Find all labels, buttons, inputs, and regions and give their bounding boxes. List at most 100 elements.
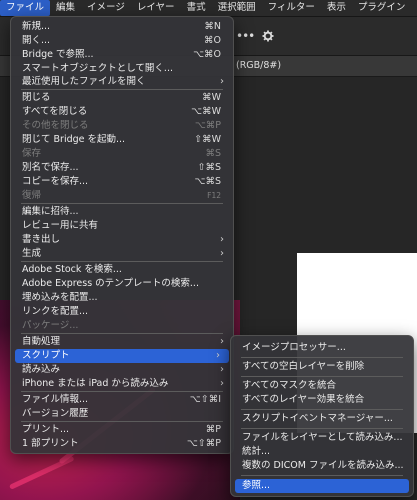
menubar-type[interactable]: 書式 <box>181 0 212 16</box>
menu-item-label: スクリプトイベントマネージャー... <box>242 413 393 424</box>
chevron-right-icon: › <box>220 378 224 389</box>
menu-item[interactable]: コピーを保存... ⌥⌘S <box>11 175 233 189</box>
script-submenu: イメージプロセッサー... すべての空白レイヤーを削除 すべてのマスクを統合すべての… <box>230 335 414 497</box>
menu-separator <box>21 89 223 90</box>
menu-item-shortcut: F12 <box>207 191 221 200</box>
menu-item[interactable]: レビュー用に共有 <box>11 219 233 233</box>
menu-item[interactable]: スクリプトイベントマネージャー... <box>231 412 413 426</box>
menu-item-label: 生成 <box>22 248 42 259</box>
menu-item[interactable]: リンクを配置... <box>11 305 233 319</box>
menu-item[interactable]: 最近使用したファイルを開く › <box>11 75 233 89</box>
menu-item[interactable]: 1 部プリント ⌥⇧⌘P <box>11 437 233 451</box>
menu-item-label: コピーを保存... <box>22 176 89 187</box>
menu-item[interactable]: イメージプロセッサー... <box>231 341 413 355</box>
menu-item-label: イメージプロセッサー... <box>242 342 346 353</box>
menu-item[interactable]: 複数の DICOM ファイルを読み込み... <box>231 459 413 473</box>
menu-item[interactable]: スクリプト › <box>15 349 229 363</box>
gear-icon[interactable] <box>262 30 274 45</box>
menu-item-shortcut: ⌥⌘S <box>194 176 221 187</box>
menu-item[interactable]: すべてのレイヤー効果を統合 <box>231 393 413 407</box>
menu-item[interactable]: すべてのマスクを統合 <box>231 379 413 393</box>
menu-item-label: スクリプト <box>22 350 70 361</box>
menu-item-label: 参照... <box>242 480 271 491</box>
menu-item[interactable]: スマートオブジェクトとして開く... <box>11 62 233 76</box>
menu-separator <box>241 475 403 476</box>
menu-item-label: 埋め込みを配置... <box>22 292 98 303</box>
menubar-view[interactable]: 表示 <box>321 0 352 16</box>
menu-item[interactable]: 閉じて Bridge を起動... ⇧⌘W <box>11 133 233 147</box>
menu-item-label: 新規... <box>22 21 51 32</box>
menu-item-shortcut: ⌥⇧⌘P <box>186 438 221 449</box>
menu-item[interactable]: Bridge で参照... ⌥⌘O <box>11 48 233 62</box>
menu-item[interactable]: すべてを閉じる ⌥⌘W <box>11 105 233 119</box>
menu-item[interactable]: 自動処理 › <box>11 335 233 349</box>
menu-item-label: すべての空白レイヤーを削除 <box>242 361 365 372</box>
menu-item[interactable]: 読み込み › <box>11 363 233 377</box>
document-tab[interactable]: (RGB/8#) <box>236 56 281 76</box>
menu-item[interactable]: 開く... ⌘O <box>11 34 233 48</box>
menu-item: 復帰 F12 <box>11 189 233 203</box>
menu-item[interactable]: 参照... <box>235 479 409 493</box>
menu-item-label: すべてのマスクを統合 <box>242 380 336 391</box>
menu-item-shortcut: ⌥⌘P <box>194 120 221 131</box>
menu-item[interactable]: Adobe Stock を検索... <box>11 263 233 277</box>
menu-bar: ファイル 編集 イメージ レイヤー 書式 選択範囲 フィルター 表示 プラグイン <box>0 0 417 17</box>
menu-item[interactable]: 生成 › <box>11 247 233 261</box>
menu-item-shortcut: ⌥⌘W <box>191 106 221 117</box>
more-options-button[interactable]: ••• <box>236 29 255 43</box>
menu-item-label: バージョン履歴 <box>22 408 89 419</box>
menu-item-label: 読み込み <box>22 364 61 375</box>
menu-item[interactable]: すべての空白レイヤーを削除 <box>231 360 413 374</box>
menu-separator <box>241 376 403 377</box>
menu-item: その他を閉じる ⌥⌘P <box>11 119 233 133</box>
menu-separator <box>21 391 223 392</box>
menu-item-label: ファイルをレイヤーとして読み込み... <box>242 432 403 443</box>
menu-item[interactable]: iPhone または iPad から読み込み › <box>11 377 233 391</box>
menu-item[interactable]: 統計... <box>231 445 413 459</box>
menu-item[interactable]: 新規... ⌘N <box>11 20 233 34</box>
menu-item[interactable]: ファイルをレイヤーとして読み込み... <box>231 431 413 445</box>
menu-item[interactable]: 別名で保存... ⇧⌘S <box>11 161 233 175</box>
menu-item-label: 復帰 <box>22 190 42 201</box>
menu-item-label: iPhone または iPad から読み込み <box>22 378 169 389</box>
menubar-filter[interactable]: フィルター <box>262 0 321 16</box>
menu-item-label: レビュー用に共有 <box>22 220 99 231</box>
menu-item-label: 開く... <box>22 35 51 46</box>
menu-item-label: 閉じる <box>22 92 51 103</box>
menubar-image[interactable]: イメージ <box>81 0 131 16</box>
menu-item-label: パッケージ... <box>22 320 79 331</box>
menu-item-shortcut: ⇧⌘S <box>197 162 222 173</box>
menu-item-shortcut: ⌘W <box>202 92 221 103</box>
menu-item[interactable]: 閉じる ⌘W <box>11 91 233 105</box>
menu-item-shortcut: ⌥⌘O <box>193 49 221 60</box>
menu-separator <box>241 428 403 429</box>
menu-item[interactable]: Adobe Express のテンプレートの検索... <box>11 277 233 291</box>
menu-item-label: その他を閉じる <box>22 120 89 131</box>
menubar-select[interactable]: 選択範囲 <box>212 0 262 16</box>
menu-item-shortcut: ⌥⇧⌘I <box>189 394 221 405</box>
chevron-right-icon: › <box>220 364 224 375</box>
menu-item[interactable]: 書き出し › <box>11 233 233 247</box>
menu-item-label: プリント... <box>22 424 70 435</box>
menu-item-label: 編集に招待... <box>22 206 79 217</box>
menu-item[interactable]: 埋め込みを配置... <box>11 291 233 305</box>
menu-item-label: 統計... <box>242 446 271 457</box>
menu-item-label: スマートオブジェクトとして開く... <box>22 63 173 74</box>
menu-item[interactable]: バージョン履歴 <box>11 407 233 421</box>
menu-item[interactable]: 編集に招待... <box>11 205 233 219</box>
menu-separator <box>241 409 403 410</box>
menu-separator <box>21 421 223 422</box>
menubar-layer[interactable]: レイヤー <box>131 0 181 16</box>
menu-item-label: 1 部プリント <box>22 438 79 449</box>
menu-item[interactable]: ファイル情報... ⌥⇧⌘I <box>11 393 233 407</box>
menu-item[interactable]: プリント... ⌘P <box>11 423 233 437</box>
menu-item-shortcut: ⌘P <box>205 424 221 435</box>
menu-item-label: 最近使用したファイルを開く <box>22 76 146 87</box>
menubar-edit[interactable]: 編集 <box>50 0 81 16</box>
menu-item-label: Adobe Stock を検索... <box>22 264 122 275</box>
menubar-file[interactable]: ファイル <box>0 0 51 16</box>
menubar-plugins[interactable]: プラグイン <box>352 0 412 16</box>
menu-separator <box>241 357 403 358</box>
menu-item-label: Bridge で参照... <box>22 49 94 60</box>
menu-item-shortcut: ⇧⌘W <box>194 134 221 145</box>
